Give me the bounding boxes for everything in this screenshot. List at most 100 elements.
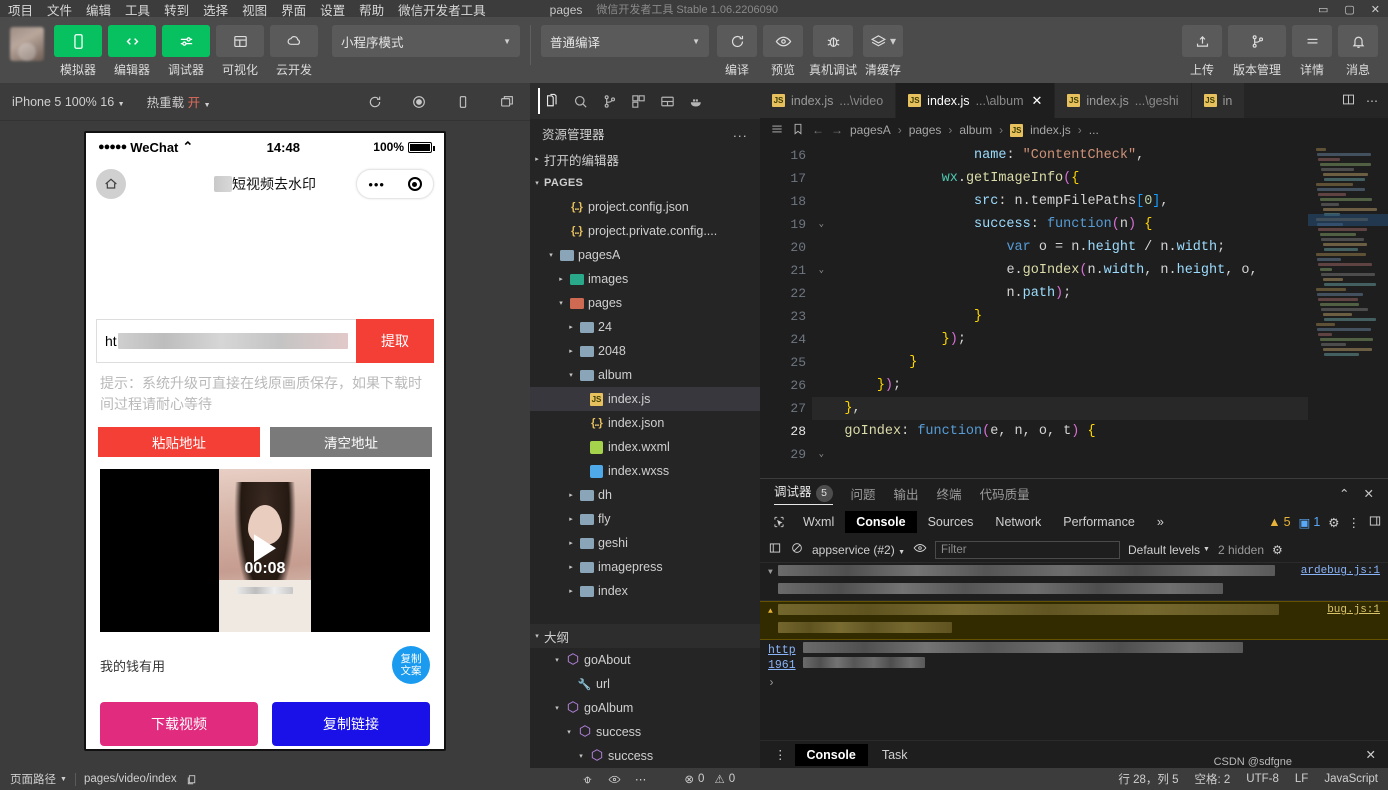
status-more-icon[interactable]: ⋯ [635, 772, 647, 786]
menu-item-5[interactable]: 选择 [203, 5, 228, 17]
outline-item-goalbum[interactable]: ▾goAlbum [530, 696, 760, 720]
settings-gear-icon[interactable]: ⚙ [1328, 515, 1339, 530]
editor-tab-0[interactable]: JSindex.js...\video [760, 83, 896, 118]
console-log-row[interactable]: ▼ ardebug.js:1 [760, 563, 1388, 601]
code-content[interactable]: name: "ContentCheck", wx.getImageInfo({ … [812, 142, 1308, 478]
line-col-indicator[interactable]: 行 28，列 5 [1118, 771, 1178, 787]
device-select[interactable]: iPhone 5 100% 16 ▼ [12, 95, 125, 109]
twisty-icon[interactable]: ▸ [564, 515, 578, 523]
maximize-button[interactable]: ▢ [1344, 3, 1354, 16]
version-control-button[interactable]: 版本管理 [1228, 25, 1286, 78]
docker-icon[interactable] [683, 88, 709, 114]
breadcrumb-item-2[interactable]: album [959, 123, 992, 137]
paste-address-button[interactable]: 粘贴地址 [98, 427, 260, 457]
minimap-viewport[interactable] [1308, 214, 1388, 226]
simulator-refresh-icon[interactable] [364, 94, 386, 110]
tree-item-24[interactable]: ▸24 [530, 315, 760, 339]
mode-select[interactable]: 小程序模式 ▼ [332, 25, 520, 57]
download-video-button[interactable]: 下载视频 [100, 702, 258, 746]
outline-item-goabout[interactable]: ▾goAbout [530, 648, 760, 672]
footer-tab-task[interactable]: Task [870, 744, 920, 766]
page-path-select[interactable]: 页面路径 ▼ [10, 771, 67, 787]
clear-address-button[interactable]: 清空地址 [270, 427, 432, 457]
menu-item-0[interactable]: 项目 [8, 5, 33, 17]
simulator-device-icon[interactable] [452, 94, 474, 110]
panel-tab-terminal[interactable]: 终端 [937, 484, 962, 503]
twisty-icon[interactable]: ▸ [564, 539, 578, 547]
tree-item-index-wxss[interactable]: index.wxss [530, 459, 760, 483]
console-levels-select[interactable]: Default levels ▼ [1128, 543, 1210, 557]
breadcrumb-item-0[interactable]: pagesA [850, 123, 891, 137]
twisty-icon[interactable]: ▸ [564, 347, 578, 355]
devtools-tab-sources[interactable]: Sources [917, 511, 985, 533]
panel-footer-more-icon[interactable]: ⋮ [768, 747, 793, 762]
pages-root-section[interactable]: ▾ PAGES [530, 171, 760, 195]
tree-item-pagesa[interactable]: ▾pagesA [530, 243, 760, 267]
editor-tab-2[interactable]: JSindex.js...\geshi [1055, 83, 1191, 118]
url-input[interactable]: ht [96, 319, 356, 363]
tree-item-images[interactable]: ▸images [530, 267, 760, 291]
outline-toggle-icon[interactable] [770, 122, 784, 139]
menu-item-1[interactable]: 文件 [47, 5, 72, 17]
editor-tab-1[interactable]: JSindex.js...\album✕ [896, 83, 1055, 118]
devtools-tabs-overflow[interactable]: » [1146, 511, 1175, 533]
expand-icon[interactable]: ▼ [768, 565, 773, 577]
close-tab-icon[interactable]: ✕ [1032, 93, 1043, 109]
clear-cache-button[interactable]: ▾ 清缓存 [863, 25, 903, 78]
back-icon[interactable]: ← [812, 123, 824, 137]
breadcrumb-item-4[interactable]: ... [1089, 123, 1099, 137]
close-capsule-icon[interactable] [408, 177, 422, 191]
console-warning-row[interactable]: ▲ bug.js:1 [760, 601, 1388, 640]
panel-tab-output[interactable]: 输出 [894, 484, 919, 503]
console-link-row[interactable]: http 1961 [760, 640, 1388, 674]
breadcrumb-item-3[interactable]: index.js [1030, 123, 1071, 137]
element-picker-icon[interactable] [766, 515, 792, 529]
info-count[interactable]: ▣1 [1299, 515, 1321, 530]
tree-item-pages[interactable]: ▾pages [530, 291, 760, 315]
preview-button[interactable]: 预览 [763, 25, 803, 78]
outline-item-url[interactable]: 🔧url [530, 672, 760, 696]
compile-select[interactable]: 普通编译 ▼ [541, 25, 709, 57]
tree-item-imagepress[interactable]: ▸imagepress [530, 555, 760, 579]
copy-icon[interactable] [185, 773, 198, 786]
twisty-icon[interactable]: ▾ [554, 299, 568, 307]
tree-item-project-private-config----[interactable]: {..}project.private.config.... [530, 219, 760, 243]
files-icon[interactable] [538, 88, 564, 114]
dock-icon[interactable] [1368, 514, 1382, 531]
panel-tab-codequality[interactable]: 代码质量 [980, 484, 1030, 503]
explorer-more-icon[interactable]: ... [733, 126, 748, 140]
tree-item-index-json[interactable]: {..}index.json [530, 411, 760, 435]
outline-item-success[interactable]: ▾success [530, 720, 760, 744]
devtools-tab-wxml[interactable]: Wxml [792, 511, 845, 533]
devtools-more-icon[interactable]: ⋮ [1348, 515, 1361, 530]
menu-item-3[interactable]: 工具 [125, 5, 150, 17]
close-icon[interactable]: ✕ [1364, 486, 1374, 501]
visualization-button[interactable]: 可视化 [216, 25, 264, 78]
twisty-icon[interactable]: ▾ [562, 728, 576, 736]
messages-button[interactable]: 消息 [1338, 25, 1378, 78]
upload-button[interactable]: 上传 [1182, 25, 1222, 78]
console-context-select[interactable]: appservice (#2) ▼ [812, 543, 905, 557]
console-prompt[interactable]: › [760, 674, 1388, 693]
editor-tab-3[interactable]: JSin [1192, 83, 1246, 118]
tree-item-2048[interactable]: ▸2048 [530, 339, 760, 363]
twisty-icon[interactable]: ▾ [550, 704, 564, 712]
console-sidebar-icon[interactable] [768, 541, 782, 558]
devtools-tab-console[interactable]: Console [845, 511, 916, 533]
extensions-icon[interactable] [625, 88, 651, 114]
warning-count-status[interactable]: ⚠0 [714, 772, 735, 786]
source-control-icon[interactable] [596, 88, 622, 114]
extract-button[interactable]: 提取 [356, 319, 434, 363]
simulator-window-icon[interactable] [496, 94, 518, 110]
tree-item-project-config-json[interactable]: {..}project.config.json [530, 195, 760, 219]
tabs-more-icon[interactable]: ⋯ [1366, 94, 1378, 108]
tree-item-geshi[interactable]: ▸geshi [530, 531, 760, 555]
menu-item-8[interactable]: 设置 [320, 5, 345, 17]
tree-item-dh[interactable]: ▸dh [530, 483, 760, 507]
tree-item-album[interactable]: ▾album [530, 363, 760, 387]
play-icon[interactable] [254, 534, 276, 562]
chevron-up-icon[interactable]: ⌃ [1339, 486, 1349, 501]
tree-item-index-js[interactable]: JSindex.js [530, 387, 760, 411]
console-warning-source-link[interactable]: bug.js:1 [1327, 604, 1380, 616]
panel-tab-debugger[interactable]: 调试器5 [774, 481, 833, 505]
